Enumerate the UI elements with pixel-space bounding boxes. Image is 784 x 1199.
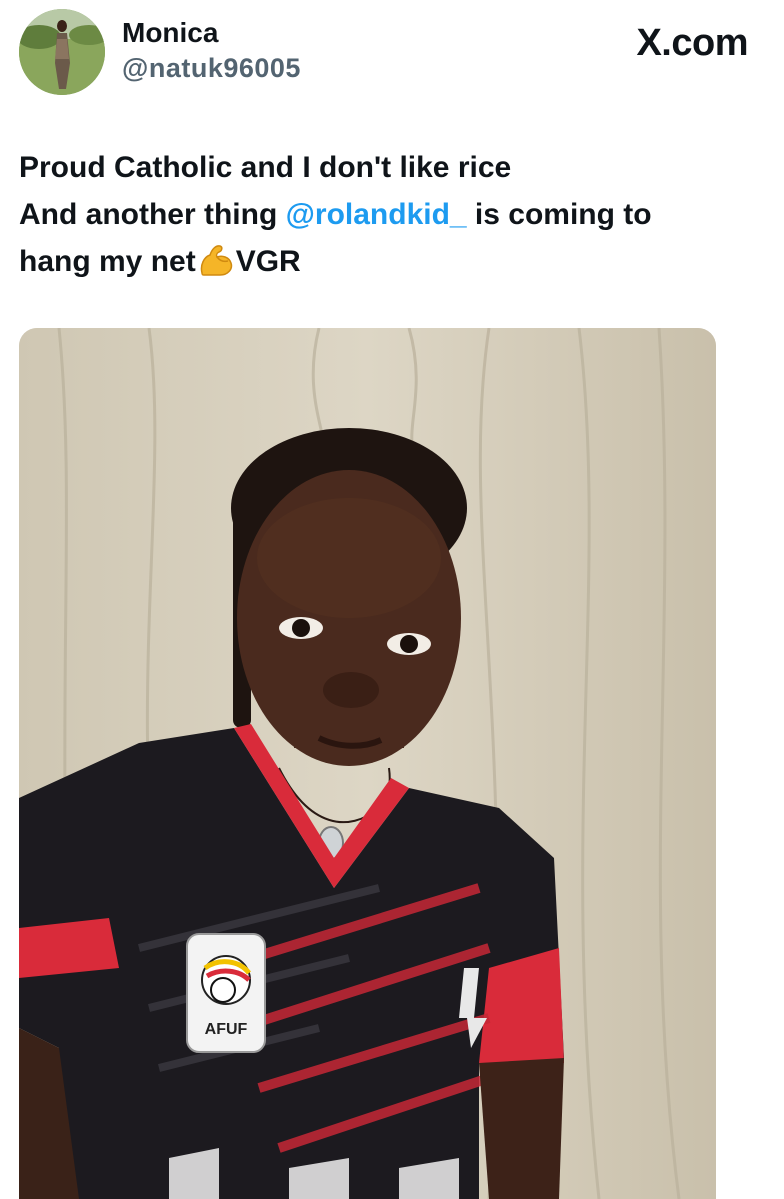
tweet-line-2-start: And another thing <box>19 198 286 231</box>
tweet-media-photo[interactable]: AFUF <box>19 328 716 1199</box>
jersey-badge-text: AFUF <box>205 1021 248 1038</box>
selfie-photo-image: AFUF <box>19 328 716 1199</box>
author-display-name[interactable]: Monica <box>122 16 301 50</box>
flexed-biceps-icon <box>198 243 234 291</box>
tweet-line-3-start: hang my net <box>19 245 196 278</box>
tweet-text: Proud Catholic and I don't like rice And… <box>19 144 769 291</box>
tweet-line-3-end: VGR <box>235 245 301 278</box>
author-avatar[interactable] <box>19 9 105 95</box>
tweet-line-3: hang my net VGR <box>19 238 769 291</box>
tweet-line-2: And another thing @rolandkid_ is coming … <box>19 191 769 238</box>
tweet-line-1: Proud Catholic and I don't like rice <box>19 151 512 184</box>
author-handle[interactable]: @natuk96005 <box>122 50 301 86</box>
tweet-header: Monica @natuk96005 X.com <box>0 0 784 110</box>
x-logo-icon: X.com <box>636 22 748 64</box>
mention-link[interactable]: @rolandkid_ <box>286 198 467 231</box>
tweet-line-2-end: is coming to <box>466 198 652 231</box>
profile-photo-avatar <box>19 9 105 95</box>
